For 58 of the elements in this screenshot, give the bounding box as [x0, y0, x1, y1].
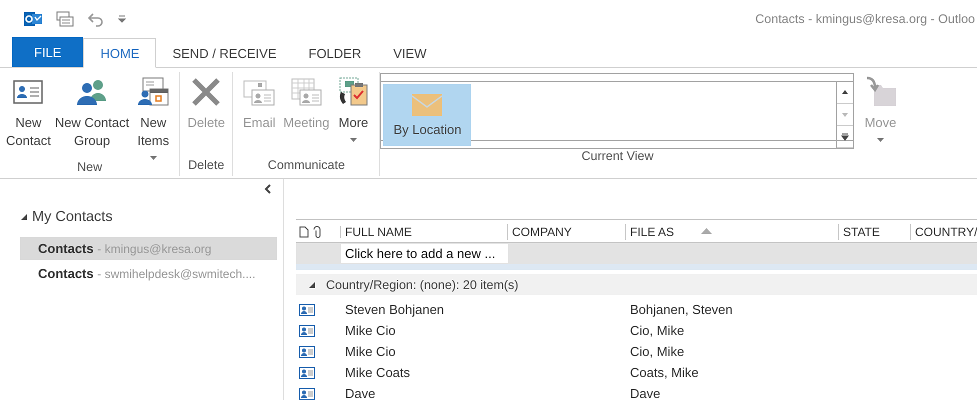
group-label: New	[77, 160, 102, 176]
table-cell: Dave	[345, 386, 376, 400]
column-header[interactable]: FULL NAME	[341, 224, 508, 240]
ribbon-button[interactable]: New Contact Group	[52, 72, 132, 150]
folder-item[interactable]: Contacts - swmihelpdesk@swmitech....	[20, 262, 277, 285]
ribbon-button[interactable]: More	[331, 72, 376, 142]
send-receive-icon[interactable]	[56, 10, 74, 26]
table-cell: Steven Bohjanen	[345, 302, 444, 317]
group-label: Communicate	[268, 158, 345, 174]
new-contact-field[interactable]: Click here to add a new ...	[341, 244, 508, 263]
caret-icon	[876, 138, 884, 142]
ribbon-button[interactable]: New Contact	[4, 72, 53, 150]
new-items-icon	[137, 76, 170, 108]
outlook-icon[interactable]	[24, 10, 42, 26]
expand-icon	[308, 280, 316, 288]
envelope-icon	[412, 94, 442, 116]
table-cell: Cio, Mike	[630, 323, 684, 338]
contact-card-icon	[299, 346, 315, 358]
attachment-icon	[313, 226, 321, 238]
contact-card-icon	[299, 366, 315, 378]
delete-icon	[190, 76, 222, 108]
group-label: Current View	[581, 149, 654, 163]
table-cell: Bohjanen, Steven	[630, 302, 733, 317]
column-header[interactable]: COMPANY	[508, 224, 626, 240]
folder-group[interactable]: My Contacts	[0, 207, 283, 227]
ribbon-tab[interactable]: FILE	[12, 37, 84, 67]
undo-icon[interactable]	[88, 10, 104, 26]
column-header[interactable]: STATE	[839, 224, 911, 240]
collapse-pane-icon[interactable]	[264, 184, 272, 194]
table-cell: Mike Coats	[345, 365, 410, 380]
table-cell: Coats, Mike	[630, 365, 699, 380]
phone-clipboard-icon	[337, 76, 370, 108]
expand-icon	[20, 213, 28, 221]
contact-card-icon	[299, 324, 315, 336]
caret-icon	[350, 138, 357, 142]
column-header[interactable]: COUNTRY/	[911, 224, 977, 240]
table-cell: Cio, Mike	[630, 344, 684, 359]
ribbon-tab[interactable]: SEND / RECEIVE	[156, 38, 292, 68]
folder-item[interactable]: Contacts - kmingus@kresa.org	[20, 237, 277, 260]
table-cell: Mike Cio	[345, 344, 396, 359]
view-option[interactable]: By Location	[383, 84, 472, 146]
table-cell: Dave	[630, 386, 660, 400]
caret-icon	[150, 156, 157, 160]
calendar-contact-icon	[290, 76, 322, 108]
group-label: Delete	[188, 158, 224, 174]
ribbon-tab[interactable]: VIEW	[377, 38, 442, 68]
contact-card-icon	[299, 304, 315, 316]
ribbon-tab[interactable]: HOME	[83, 38, 156, 68]
ribbon-tab[interactable]: FOLDER	[292, 38, 378, 68]
customize-toolbar-icon[interactable]	[118, 14, 126, 22]
group-header[interactable]: Country/Region: (none): 20 item(s)	[296, 274, 977, 295]
folder-arrow-icon	[864, 76, 896, 108]
ribbon-button[interactable]: New Items	[131, 72, 176, 160]
table-cell: Mike Cio	[345, 323, 396, 338]
item-type-icon	[299, 226, 309, 238]
group-label: Country/Region: (none): 20 item(s)	[326, 278, 518, 292]
window-title: Contacts - kmingus@kresa.org - Outloo	[755, 12, 975, 26]
column-header[interactable]: FILE AS	[626, 224, 839, 240]
